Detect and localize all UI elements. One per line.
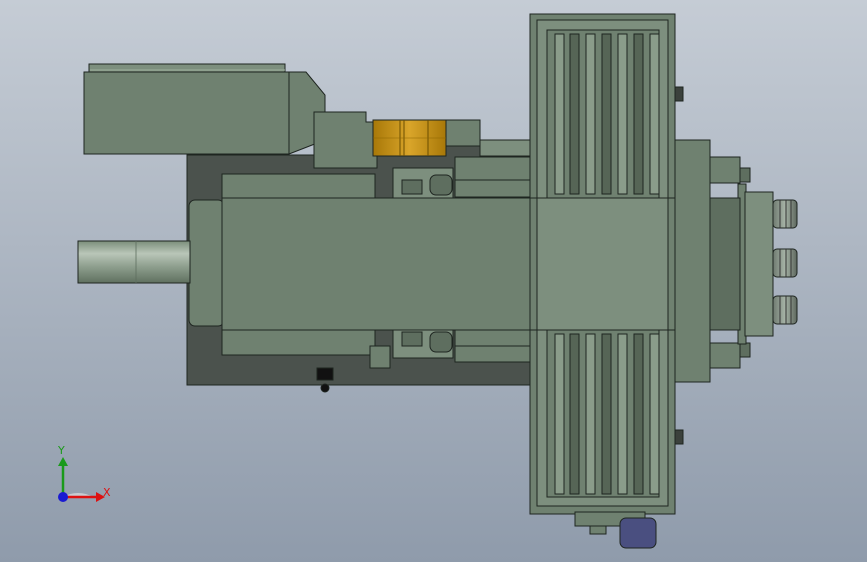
fins-top: [554, 33, 660, 195]
front-flange: [188, 199, 225, 327]
connector-middle[interactable]: [772, 248, 798, 278]
y-axis-label: Y: [57, 444, 65, 457]
fin: [633, 33, 644, 195]
terminal-box[interactable]: [83, 63, 326, 171]
fin: [617, 33, 628, 195]
fins-bottom: [554, 333, 660, 495]
finned-drum[interactable]: [529, 13, 676, 515]
fluid-connectors[interactable]: [772, 199, 798, 325]
fin: [585, 33, 596, 195]
fin: [633, 333, 644, 495]
fin: [649, 33, 660, 195]
fin: [585, 333, 596, 495]
connector-bottom[interactable]: [772, 295, 798, 325]
fin: [649, 333, 660, 495]
fin: [601, 333, 612, 495]
fin: [554, 333, 565, 495]
fin: [569, 333, 580, 495]
connector-top[interactable]: [772, 199, 798, 229]
fin: [554, 33, 565, 195]
fin: [617, 333, 628, 495]
bearing: [372, 119, 447, 157]
fin: [601, 33, 612, 195]
z-axis-dot: [58, 492, 68, 502]
cad-viewport[interactable]: X Y: [0, 0, 867, 562]
x-axis-label: X: [103, 486, 111, 499]
input-shaft[interactable]: [77, 240, 191, 284]
fin: [569, 33, 580, 195]
cad-canvas[interactable]: X Y: [0, 0, 867, 562]
